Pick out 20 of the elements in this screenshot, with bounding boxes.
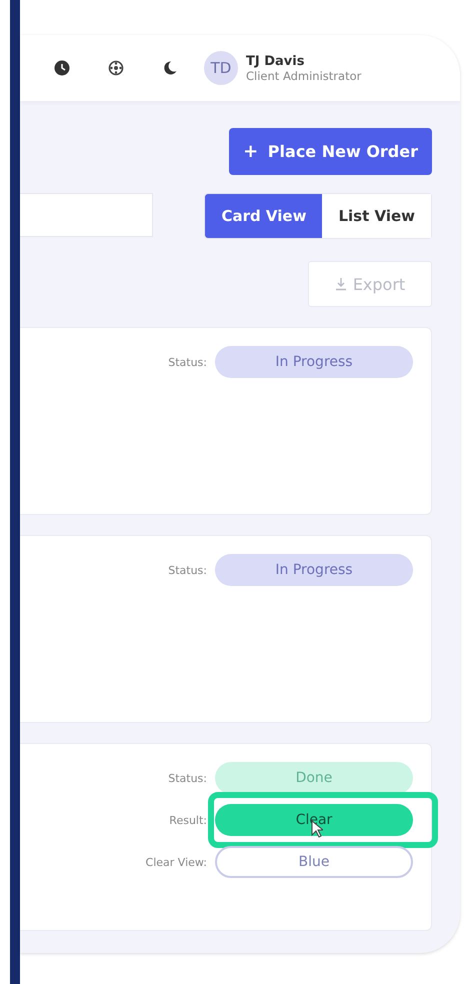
ball-icon[interactable] (108, 60, 124, 76)
search-field[interactable] (20, 193, 153, 237)
status-pill: Blue (215, 846, 413, 878)
field-label: Status: (168, 772, 207, 784)
moon-icon[interactable] (162, 60, 178, 76)
user-avatar[interactable]: TD (204, 51, 238, 85)
place-order-button[interactable]: + Place New Order (229, 128, 432, 175)
user-role: Client Administrator (246, 68, 362, 82)
field-label: Status: (168, 356, 207, 368)
status-pill: In Progress (215, 346, 413, 378)
field-label: Clear View: (146, 856, 207, 868)
field-label: Result: (169, 814, 207, 826)
view-tab[interactable]: Card View (205, 194, 322, 238)
status-pill: Done (215, 762, 413, 794)
status-pill: In Progress (215, 554, 413, 586)
download-icon (334, 277, 347, 291)
clock-icon[interactable] (54, 60, 70, 76)
result-button[interactable]: Clear (215, 804, 413, 836)
field-label: Status: (168, 564, 207, 576)
user-name: TJ Davis (246, 54, 306, 68)
